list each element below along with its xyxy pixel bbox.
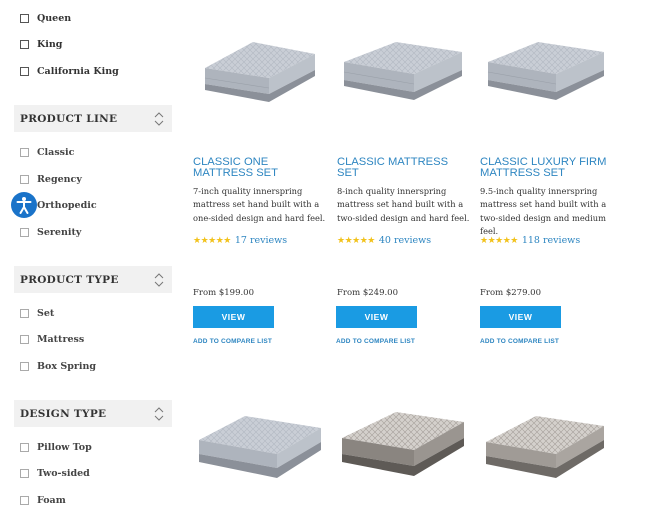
product-rating: ★★★★★ 17 reviews xyxy=(193,235,287,246)
product-rating: ★★★★★ 118 reviews xyxy=(480,235,580,246)
section-product-line[interactable]: PRODUCT LINE xyxy=(14,105,172,132)
reviews-link[interactable]: 17 reviews xyxy=(235,235,287,246)
mattress-image[interactable] xyxy=(193,32,323,112)
checkbox[interactable] xyxy=(20,496,29,505)
product-card[interactable] xyxy=(193,408,328,492)
checkbox[interactable] xyxy=(20,443,29,452)
filter-option-set[interactable]: Set xyxy=(20,308,54,319)
filter-option-pillow-top[interactable]: Pillow Top xyxy=(20,442,92,453)
checkbox[interactable] xyxy=(20,228,29,237)
product-card[interactable] xyxy=(480,408,615,492)
product-info: CLASSIC ONE MATTRESS SET 7-inch quality … xyxy=(193,156,328,225)
checkbox[interactable] xyxy=(20,67,29,76)
filter-option-classic[interactable]: Classic xyxy=(20,147,74,158)
product-rating: ★★★★★ 40 reviews xyxy=(337,235,431,246)
add-to-compare-link[interactable]: ADD TO COMPARE LIST xyxy=(193,338,272,345)
checkbox[interactable] xyxy=(20,175,29,184)
add-to-compare-link[interactable]: ADD TO COMPARE LIST xyxy=(480,338,559,345)
filter-option-box-spring[interactable]: Box Spring xyxy=(20,361,96,372)
chevron-up-down-icon xyxy=(154,272,164,287)
chevron-up-down-icon xyxy=(154,406,164,421)
chevron-up-down-icon xyxy=(154,111,164,126)
checkbox[interactable] xyxy=(20,309,29,318)
product-title[interactable]: CLASSIC LUXURY FIRM MATTRESS SET xyxy=(480,156,615,179)
product-card[interactable] xyxy=(336,408,471,492)
filter-option-california-king[interactable]: California King xyxy=(20,66,119,77)
product-price: From $249.00 xyxy=(337,288,398,298)
reviews-link[interactable]: 118 reviews xyxy=(522,235,580,246)
filter-option-serenity[interactable]: Serenity xyxy=(20,227,81,238)
filter-option-regency[interactable]: Regency xyxy=(20,174,82,185)
product-description: 9.5-inch quality innerspring mattress se… xyxy=(480,186,607,236)
accessibility-button[interactable] xyxy=(11,192,37,218)
mattress-image[interactable] xyxy=(193,408,323,488)
view-button[interactable]: VIEW xyxy=(480,306,561,328)
filter-option-foam[interactable]: Foam xyxy=(20,495,66,506)
product-title[interactable]: CLASSIC MATTRESS SET xyxy=(337,156,472,179)
product-price: From $199.00 xyxy=(193,288,254,298)
filter-sidebar: Queen King California King PRODUCT LINE … xyxy=(0,0,180,524)
product-card[interactable] xyxy=(193,32,328,116)
star-rating-icon: ★★★★★ xyxy=(480,235,518,246)
filter-option-two-sided[interactable]: Two-sided xyxy=(20,468,90,479)
filter-option-mattress[interactable]: Mattress xyxy=(20,334,84,345)
star-rating-icon: ★★★★★ xyxy=(337,235,375,246)
checkbox[interactable] xyxy=(20,362,29,371)
product-info: CLASSIC MATTRESS SET 8-inch quality inne… xyxy=(337,156,472,225)
product-card[interactable] xyxy=(480,32,615,116)
checkbox[interactable] xyxy=(20,469,29,478)
product-description: 8-inch quality innerspring mattress set … xyxy=(337,186,470,223)
product-price: From $279.00 xyxy=(480,288,541,298)
checkbox[interactable] xyxy=(20,40,29,49)
section-title: PRODUCT LINE xyxy=(20,112,118,125)
filter-option-king[interactable]: King xyxy=(20,39,62,50)
product-description: 7-inch quality innerspring mattress set … xyxy=(193,186,326,223)
product-title[interactable]: CLASSIC ONE MATTRESS SET xyxy=(193,156,328,179)
checkbox[interactable] xyxy=(20,14,29,23)
section-title: DESIGN TYPE xyxy=(20,407,107,420)
product-info: CLASSIC LUXURY FIRM MATTRESS SET 9.5-inc… xyxy=(480,156,615,238)
star-rating-icon: ★★★★★ xyxy=(193,235,231,246)
product-card[interactable] xyxy=(336,32,471,116)
section-product-type[interactable]: PRODUCT TYPE xyxy=(14,266,172,293)
checkbox[interactable] xyxy=(20,148,29,157)
mattress-image[interactable] xyxy=(480,408,610,488)
section-title: PRODUCT TYPE xyxy=(20,273,119,286)
reviews-link[interactable]: 40 reviews xyxy=(379,235,431,246)
mattress-image[interactable] xyxy=(336,32,466,112)
checkbox[interactable] xyxy=(20,335,29,344)
section-design-type[interactable]: DESIGN TYPE xyxy=(14,400,172,427)
view-button[interactable]: VIEW xyxy=(336,306,417,328)
mattress-image[interactable] xyxy=(480,32,610,112)
view-button[interactable]: VIEW xyxy=(193,306,274,328)
mattress-image[interactable] xyxy=(336,408,466,488)
accessibility-icon xyxy=(16,197,32,214)
add-to-compare-link[interactable]: ADD TO COMPARE LIST xyxy=(336,338,415,345)
filter-option-queen[interactable]: Queen xyxy=(20,13,71,24)
